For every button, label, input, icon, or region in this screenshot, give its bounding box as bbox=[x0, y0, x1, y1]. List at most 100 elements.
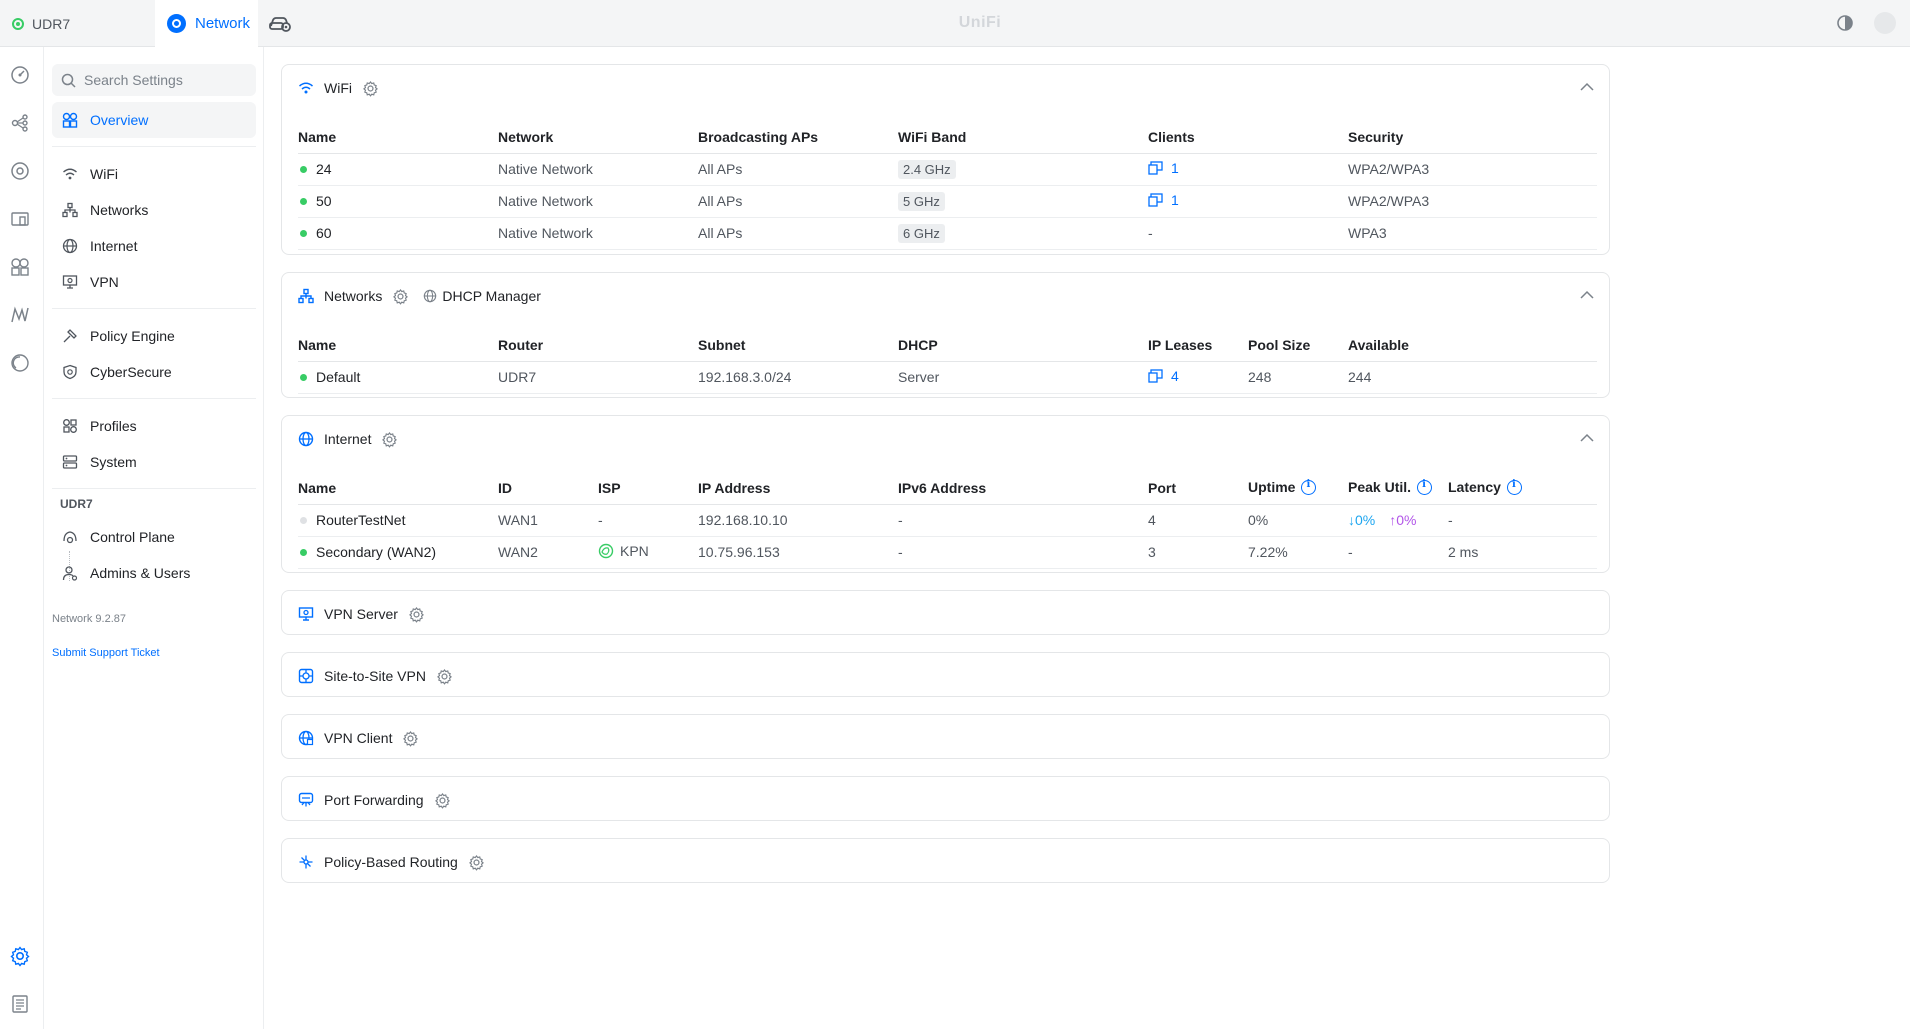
wan-uptime-cell: 7.22% bbox=[1248, 536, 1348, 569]
gear-icon[interactable] bbox=[434, 792, 451, 809]
table-row[interactable]: RouterTestNet WAN1 - 192.168.10.10 - 4 0… bbox=[298, 504, 1597, 537]
gear-icon[interactable] bbox=[436, 668, 453, 685]
nav-networks[interactable]: Networks bbox=[52, 192, 256, 228]
status-dot bbox=[300, 517, 307, 525]
globe-icon bbox=[424, 289, 437, 303]
nav-profiles[interactable]: Profiles bbox=[52, 408, 256, 444]
gear-icon[interactable] bbox=[468, 854, 485, 871]
logs-icon[interactable] bbox=[9, 993, 31, 1015]
gear-icon[interactable] bbox=[362, 80, 379, 97]
security-icon[interactable] bbox=[9, 352, 31, 374]
vpn-server-panel[interactable]: VPN Server bbox=[281, 590, 1610, 635]
column-header[interactable]: ISP bbox=[598, 472, 698, 505]
nav-internet[interactable]: Internet bbox=[52, 228, 256, 264]
app-version: Network 9.2.87 bbox=[52, 613, 126, 625]
column-header-peak[interactable]: Peak Util. bbox=[1348, 472, 1448, 505]
column-header-uptime[interactable]: Uptime bbox=[1248, 472, 1348, 505]
info-icon[interactable] bbox=[1417, 479, 1433, 496]
clients-icon[interactable] bbox=[9, 208, 31, 230]
column-header[interactable]: IP Leases bbox=[1148, 329, 1248, 362]
column-header[interactable]: Clients bbox=[1148, 121, 1348, 154]
user-avatar[interactable] bbox=[1874, 12, 1896, 34]
column-header[interactable]: IP Address bbox=[698, 472, 898, 505]
topology-icon[interactable] bbox=[9, 112, 31, 134]
profiles-icon bbox=[62, 418, 78, 434]
networks-panel: Networks DHCP Manager Name Router Subnet… bbox=[281, 272, 1610, 398]
table-row[interactable]: Secondary (WAN2) WAN2 KPN 10.75.96.153 -… bbox=[298, 536, 1597, 569]
nav-control-plane[interactable]: Control Plane bbox=[52, 519, 256, 555]
theme-toggle-icon[interactable] bbox=[1836, 14, 1854, 32]
nav-policy-engine[interactable]: Policy Engine bbox=[52, 318, 256, 354]
network-leases-cell[interactable]: 4 bbox=[1148, 361, 1248, 394]
table-row[interactable]: 24 Native Network All APs 2.4 GHz 1 WPA2… bbox=[298, 153, 1597, 186]
nav-cybersecure[interactable]: CyberSecure bbox=[52, 354, 256, 390]
settings-icon[interactable] bbox=[9, 945, 31, 967]
networks-icon bbox=[62, 202, 78, 218]
port-forwarding-header: Port Forwarding bbox=[298, 790, 451, 810]
info-icon[interactable] bbox=[1506, 479, 1522, 496]
panel-title: Site-to-Site VPN bbox=[324, 668, 426, 684]
wan-name: RouterTestNet bbox=[316, 512, 406, 528]
column-header[interactable]: ID bbox=[498, 472, 598, 505]
chevron-up-icon[interactable] bbox=[1579, 432, 1595, 444]
column-header[interactable]: Router bbox=[498, 329, 698, 362]
column-header-latency[interactable]: Latency bbox=[1448, 472, 1597, 505]
column-header[interactable]: Name bbox=[298, 121, 498, 154]
leases-link[interactable]: 4 bbox=[1148, 368, 1179, 384]
clients-link[interactable]: 1 bbox=[1148, 192, 1179, 208]
wifi-clients-cell[interactable]: 1 bbox=[1148, 153, 1348, 186]
nav-wifi[interactable]: WiFi bbox=[52, 156, 256, 192]
nav-divider bbox=[52, 488, 256, 489]
search-input[interactable] bbox=[84, 72, 244, 88]
gear-icon[interactable] bbox=[408, 606, 425, 623]
column-header[interactable]: WiFi Band bbox=[898, 121, 1148, 154]
clients-link[interactable]: 1 bbox=[1148, 160, 1179, 176]
nav-system[interactable]: System bbox=[52, 444, 256, 480]
table-row[interactable]: 50 Native Network All APs 5 GHz 1 WPA2/W… bbox=[298, 185, 1597, 218]
column-header[interactable]: Name bbox=[298, 472, 498, 505]
gear-icon[interactable] bbox=[392, 288, 409, 305]
traffic-icon[interactable] bbox=[9, 304, 31, 326]
chevron-up-icon[interactable] bbox=[1579, 289, 1595, 301]
column-header[interactable]: DHCP bbox=[898, 329, 1148, 362]
column-header[interactable]: Pool Size bbox=[1248, 329, 1348, 362]
support-ticket-link[interactable]: Submit Support Ticket bbox=[52, 647, 160, 659]
gear-icon[interactable] bbox=[381, 431, 398, 448]
site-to-site-vpn-panel[interactable]: Site-to-Site VPN bbox=[281, 652, 1610, 697]
table-row[interactable]: Default UDR7 192.168.3.0/24 Server 4 248… bbox=[298, 361, 1597, 394]
chevron-up-icon[interactable] bbox=[1579, 81, 1595, 93]
wan-latency-cell: 2 ms bbox=[1448, 536, 1597, 569]
info-icon[interactable] bbox=[1301, 479, 1317, 496]
insights-icon[interactable] bbox=[9, 256, 31, 278]
column-header-label: Peak Util. bbox=[1348, 479, 1412, 496]
column-header[interactable]: Subnet bbox=[698, 329, 898, 362]
wan-peak-cell: ↓0% ↑0% bbox=[1348, 504, 1448, 537]
policy-based-routing-panel[interactable]: Policy-Based Routing bbox=[281, 838, 1610, 883]
status-dot bbox=[300, 198, 307, 206]
nav-admins-users[interactable]: Admins & Users bbox=[52, 555, 256, 591]
settings-search[interactable] bbox=[52, 64, 256, 96]
gear-icon[interactable] bbox=[402, 730, 419, 747]
network-subnet-cell: 192.168.3.0/24 bbox=[698, 361, 898, 394]
nav-overview[interactable]: Overview bbox=[52, 102, 256, 138]
column-header[interactable]: Port bbox=[1148, 472, 1248, 505]
nav-vpn[interactable]: VPN bbox=[52, 264, 256, 300]
column-header[interactable]: Name bbox=[298, 329, 498, 362]
column-header[interactable]: Broadcasting APs bbox=[698, 121, 898, 154]
wan-id-cell: WAN2 bbox=[498, 536, 598, 569]
column-header[interactable]: Security bbox=[1348, 121, 1597, 154]
nav-divider bbox=[52, 308, 256, 309]
isp-name: KPN bbox=[620, 542, 649, 559]
dhcp-manager-link[interactable]: DHCP Manager bbox=[423, 288, 541, 304]
column-header[interactable]: Available bbox=[1348, 329, 1597, 362]
devices-icon[interactable] bbox=[9, 160, 31, 182]
column-header[interactable]: Network bbox=[498, 121, 698, 154]
port-forwarding-panel[interactable]: Port Forwarding bbox=[281, 776, 1610, 821]
status-dot bbox=[300, 230, 307, 238]
dashboard-icon[interactable] bbox=[9, 64, 31, 86]
table-row[interactable]: 60 Native Network All APs 6 GHz - WPA3 bbox=[298, 217, 1597, 250]
vpn-client-panel[interactable]: VPN Client bbox=[281, 714, 1610, 759]
column-header[interactable]: IPv6 Address bbox=[898, 472, 1148, 505]
internet-panel: Internet Name ID ISP IP Address IPv6 Add… bbox=[281, 415, 1610, 573]
wifi-clients-cell[interactable]: 1 bbox=[1148, 185, 1348, 218]
